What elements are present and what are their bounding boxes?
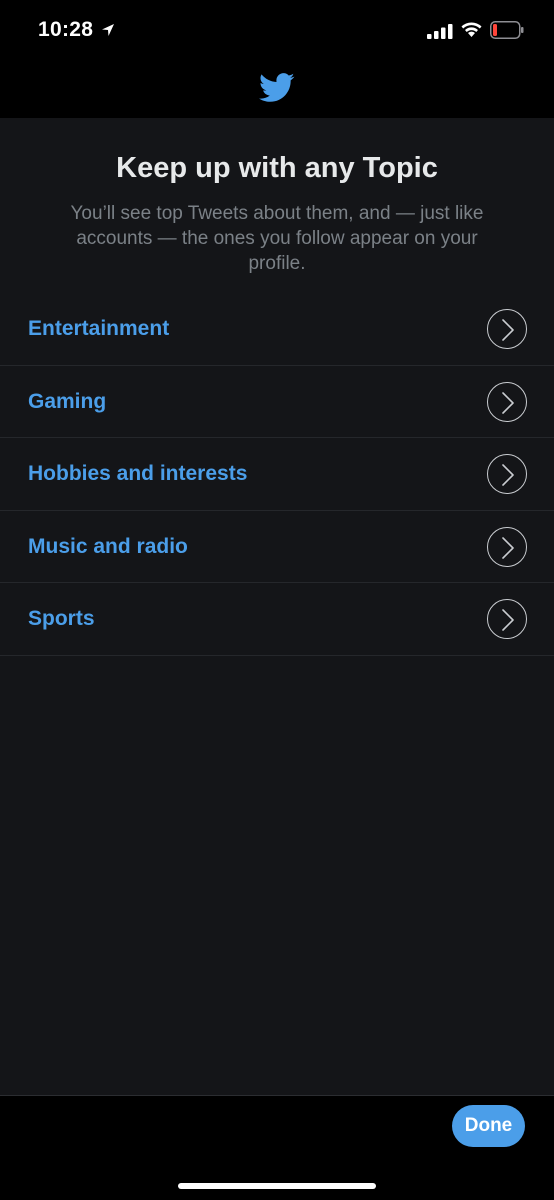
chevron-right-icon <box>502 464 514 486</box>
topic-open-button[interactable] <box>487 381 527 422</box>
chevron-right-icon <box>502 319 514 341</box>
chevron-right-icon <box>502 609 514 631</box>
chevron-right-icon <box>502 536 514 559</box>
topic-row-sports[interactable]: Sports <box>0 583 554 656</box>
battery-low-icon <box>490 21 524 39</box>
wifi-icon <box>461 22 482 37</box>
page-subtitle: You’ll see top Tweets about them, and — … <box>70 203 484 274</box>
status-bar: 10:28 <box>0 0 554 60</box>
done-button[interactable]: Done <box>452 1105 525 1147</box>
topic-label: Entertainment <box>28 317 170 340</box>
topics-content: Keep up with any Topic You’ll see top Tw… <box>0 118 554 1095</box>
topic-row-gaming[interactable]: Gaming <box>0 366 554 438</box>
topic-list: Entertainment Gaming Hobbies and interes… <box>0 293 554 656</box>
status-time: 10:28 <box>38 18 94 41</box>
topic-open-button[interactable] <box>487 454 527 494</box>
cellular-signal-icon <box>427 24 453 39</box>
topic-open-button[interactable] <box>487 309 527 349</box>
topic-row-hobbies-and-interests[interactable]: Hobbies and interests <box>0 438 554 511</box>
chevron-right-icon <box>502 391 514 414</box>
app-header <box>0 60 554 118</box>
twitter-bird-icon <box>259 73 295 102</box>
topic-row-music-and-radio[interactable]: Music and radio <box>0 511 554 583</box>
topic-label: Hobbies and interests <box>28 462 248 485</box>
topic-open-button[interactable] <box>487 599 527 639</box>
location-arrow-icon <box>102 24 114 36</box>
footer-bar: Done <box>0 1095 554 1200</box>
topic-open-button[interactable] <box>487 526 527 567</box>
topic-label: Gaming <box>28 389 107 413</box>
topic-label: Sports <box>28 607 95 630</box>
home-indicator[interactable] <box>178 1183 376 1189</box>
topic-label: Music and radio <box>28 534 188 558</box>
page-title: Keep up with any Topic <box>116 152 438 184</box>
topic-row-entertainment[interactable]: Entertainment <box>0 293 554 366</box>
